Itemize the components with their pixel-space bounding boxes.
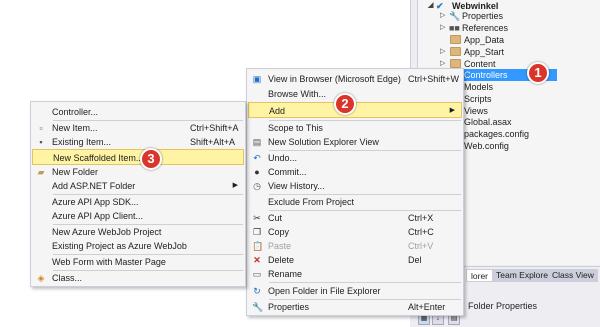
tree-item-app-data[interactable]: App_Data [440, 34, 600, 46]
menu-item-scope-to-this[interactable]: Scope to This [248, 121, 462, 135]
folder-icon [450, 35, 461, 44]
menu-item-commit[interactable]: ● Commit... [248, 165, 462, 179]
wrench-icon: 🔧 [252, 302, 264, 312]
expand-arrow-icon[interactable]: ▷ [440, 22, 448, 34]
menu-item-properties[interactable]: 🔧 Properties Alt+Enter [248, 300, 462, 314]
expand-arrow-icon[interactable]: ▷ [440, 46, 448, 58]
menu-item-controller[interactable]: Controller... [32, 105, 244, 119]
menu-item-new-folder[interactable]: ▰ New Folder [32, 165, 244, 179]
properties-title: Folder Properties [468, 301, 538, 311]
tab-team-explorer[interactable]: Team Explorer [492, 269, 555, 282]
menu-item-rename[interactable]: ▭ Rename [248, 267, 462, 281]
edge-icon: ▣ [252, 74, 262, 84]
menu-item-class[interactable]: ◈ Class... [32, 271, 244, 285]
menu-separator [269, 282, 461, 283]
menu-item-azure-api-app-sdk[interactable]: Azure API App SDK... [32, 195, 244, 209]
tree-item-references[interactable]: ▷ ■■ References [440, 22, 600, 34]
class-icon: ◈ [37, 273, 45, 283]
project-icon: ✔ [436, 1, 444, 11]
tree-item-global-asax[interactable]: Global.asax [462, 116, 582, 128]
add-submenu: Controller... ▫ New Item... Ctrl+Shift+A… [30, 101, 246, 287]
tree-item-packages-config[interactable]: packages.config [462, 128, 582, 140]
delete-icon: ✕ [253, 255, 261, 265]
menu-item-view-history[interactable]: ◷ View History... [248, 179, 462, 193]
new-item-icon: ▫ [39, 123, 43, 133]
rename-icon: ▭ [252, 269, 262, 279]
menu-item-new-item[interactable]: ▫ New Item... Ctrl+Shift+A [32, 121, 244, 135]
menu-item-delete[interactable]: ✕ Delete Del [248, 253, 462, 267]
refresh-icon: ↻ [253, 286, 261, 296]
step-2-callout: 2 [334, 93, 356, 115]
menu-item-exclude-from-project[interactable]: Exclude From Project [248, 195, 462, 209]
wrench-icon: 🔧 [449, 11, 461, 21]
tree-item-properties[interactable]: ▷ 🔧 Properties [440, 10, 600, 22]
commit-icon: ● [254, 167, 260, 177]
menu-item-existing-item[interactable]: ▪ Existing Item... Shift+Alt+A [32, 135, 244, 149]
folder-icon [450, 59, 461, 68]
menu-item-azure-api-app-client[interactable]: Azure API App Client... [32, 209, 244, 223]
submenu-arrow-icon: ▶ [232, 182, 238, 189]
tab-solution-explorer[interactable]: lorer [466, 269, 494, 282]
cut-icon: ✂ [253, 213, 261, 223]
tree-item-models[interactable]: Models [462, 81, 582, 93]
submenu-arrow-icon: ▶ [449, 107, 455, 114]
history-icon: ◷ [253, 181, 261, 191]
new-folder-icon: ▰ [37, 167, 45, 177]
menu-item-copy[interactable]: ❐ Copy Ctrl+C [248, 225, 462, 239]
references-icon: ■■ [449, 23, 460, 33]
tree-item-web-config[interactable]: Web.config [462, 140, 582, 152]
step-1-callout: 1 [527, 62, 549, 84]
paste-icon: 📋 [252, 241, 264, 251]
menu-item-web-form-with-master-page[interactable]: Web Form with Master Page [32, 255, 244, 269]
menu-item-view-in-browser[interactable]: ▣ View in Browser (Microsoft Edge) Ctrl+… [248, 72, 462, 86]
tree-item-scripts[interactable]: Scripts [462, 93, 582, 105]
step-3-callout: 3 [140, 148, 162, 170]
undo-icon: ↶ [253, 153, 261, 163]
menu-item-new-solution-explorer-view[interactable]: ▤ New Solution Explorer View [248, 135, 462, 149]
expand-arrow-icon[interactable]: ▷ [440, 10, 448, 22]
menu-item-new-azure-webjob-project[interactable]: New Azure WebJob Project [32, 225, 244, 239]
tree-item-app-start[interactable]: ▷ App_Start [440, 46, 600, 58]
copy-icon: ❐ [252, 227, 262, 237]
menu-item-open-folder-in-file-explorer[interactable]: ↻ Open Folder in File Explorer [248, 284, 462, 298]
menu-item-paste[interactable]: 📋 Paste Ctrl+V [248, 239, 462, 253]
menu-item-cut[interactable]: ✂ Cut Ctrl+X [248, 211, 462, 225]
menu-item-existing-project-as-azure-webjob[interactable]: Existing Project as Azure WebJob [32, 239, 244, 253]
menu-item-undo[interactable]: ↶ Undo... [248, 151, 462, 165]
collapse-arrow-icon[interactable]: ◢ [428, 0, 436, 12]
existing-item-icon: ▪ [39, 137, 43, 147]
folder-icon [450, 47, 461, 56]
tab-class-view[interactable]: Class View [548, 269, 598, 282]
menu-item-add-aspnet-folder[interactable]: Add ASP.NET Folder ▶ [32, 179, 244, 193]
menu-item-new-scaffolded-item[interactable]: New Scaffolded Item... [32, 149, 244, 165]
explorer-view-icon: ▤ [252, 137, 262, 147]
